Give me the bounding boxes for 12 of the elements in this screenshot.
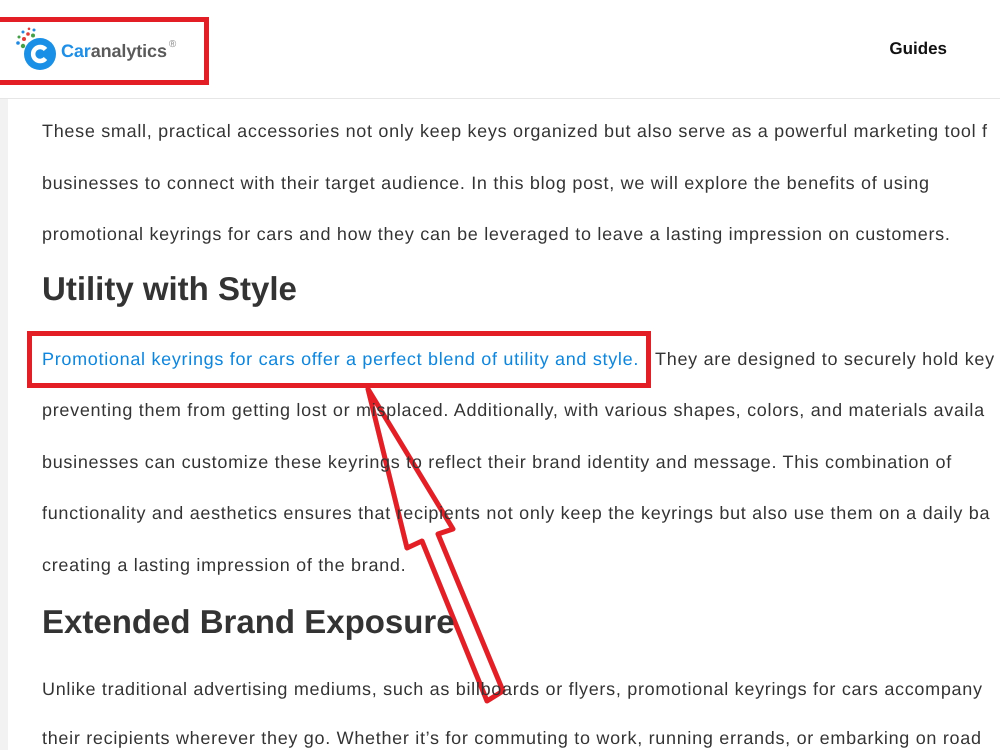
paragraph-line: creating a lasting impression of the brand. xyxy=(42,556,406,574)
paragraph-line: Promotional keyrings for cars offer a perfect blend of utility and style. They are designed to securely hold key xyxy=(42,350,995,368)
paragraph-line: businesses to connect with their target audience. In this blog post, we will explore the benefits of using xyxy=(42,174,930,192)
paragraph-line: their recipients wherever they go. Whether it’s for commuting to work, running errands, or embarking on road xyxy=(42,728,982,746)
section-heading: Extended Brand Exposure xyxy=(42,604,455,640)
section-heading: Utility with Style xyxy=(42,270,297,306)
paragraph-line: promotional keyrings for cars and how they can be leveraged to leave a lasting impression on customers. xyxy=(42,225,951,243)
logo-icon xyxy=(15,27,59,71)
nav-link[interactable]: Guides xyxy=(889,39,947,59)
logo-wordmark[interactable]: Caranalytics® xyxy=(61,40,176,62)
text-link[interactable]: Promotional keyrings for cars offer a perfect blend of utility and style. xyxy=(42,348,640,368)
paragraph-line: These small, practical accessories not only keep keys organized but also serve as a powerful marketing tool f xyxy=(42,122,988,140)
